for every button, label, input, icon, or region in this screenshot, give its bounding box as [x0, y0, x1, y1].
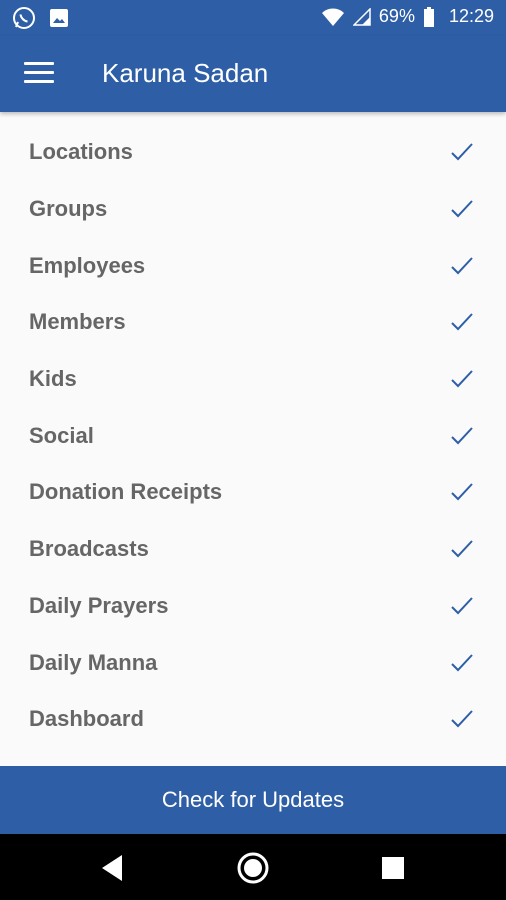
status-system: 69% 12:29	[321, 6, 494, 27]
check-for-updates-button[interactable]: Check for Updates	[0, 766, 506, 834]
checkmark-icon	[451, 143, 473, 161]
battery-percent: 69%	[378, 6, 415, 26]
list-item-daily-manna[interactable]: Daily Manna	[0, 634, 506, 691]
back-icon[interactable]	[96, 851, 130, 885]
list-item-groups[interactable]: Groups	[0, 181, 506, 238]
image-notification-icon	[50, 9, 68, 27]
system-nav-bar	[0, 834, 506, 900]
app-bar: Karuna Sadan	[0, 36, 506, 112]
list-item-social[interactable]: Social	[0, 407, 506, 464]
list-item-label: Locations	[29, 139, 133, 165]
checkmark-icon	[451, 370, 473, 388]
wifi-icon	[321, 8, 344, 26]
checkmark-icon	[451, 653, 473, 671]
cell-signal-icon	[352, 7, 371, 26]
list-item-label: Kids	[29, 366, 77, 392]
status-bar: 69% 12:29	[0, 0, 506, 36]
list-item-label: Donation Receipts	[29, 479, 223, 505]
list-item-label: Groups	[29, 196, 108, 222]
list-item-label: Social	[29, 422, 94, 448]
checkmark-icon	[451, 483, 473, 501]
status-notifications	[12, 6, 70, 30]
app-title: Karuna Sadan	[102, 58, 269, 88]
checkmark-icon	[451, 540, 473, 558]
list-item-label: Dashboard	[29, 706, 144, 732]
list-item-locations[interactable]: Locations	[0, 124, 506, 181]
checkmark-icon	[451, 200, 473, 218]
list-item-broadcasts[interactable]: Broadcasts	[0, 521, 506, 578]
recents-icon[interactable]	[376, 851, 410, 885]
whatsapp-icon	[13, 7, 35, 29]
hamburger-menu-icon[interactable]	[24, 62, 54, 86]
list-item-employees[interactable]: Employees	[0, 237, 506, 294]
list-item-kids[interactable]: Kids	[0, 351, 506, 408]
list-item-members[interactable]: Members	[0, 294, 506, 351]
list-item-daily-prayers[interactable]: Daily Prayers	[0, 578, 506, 635]
checkmark-icon	[451, 710, 473, 728]
status-time: 12:29	[448, 6, 494, 26]
list-item-label: Daily Manna	[29, 649, 158, 675]
battery-icon	[423, 6, 434, 27]
list-item-label: Members	[29, 309, 126, 335]
module-list: Locations Groups Employees Members Kids …	[0, 124, 506, 748]
checkmark-icon	[451, 257, 473, 275]
home-icon[interactable]	[236, 851, 270, 885]
list-item-donation-receipts[interactable]: Donation Receipts	[0, 464, 506, 521]
list-item-label: Daily Prayers	[29, 592, 169, 618]
list-item-label: Employees	[29, 252, 146, 278]
list-item-dashboard[interactable]: Dashboard	[0, 691, 506, 748]
list-item-label: Broadcasts	[29, 536, 149, 562]
checkmark-icon	[451, 597, 473, 615]
checkmark-icon	[451, 313, 473, 331]
checkmark-icon	[451, 427, 473, 445]
